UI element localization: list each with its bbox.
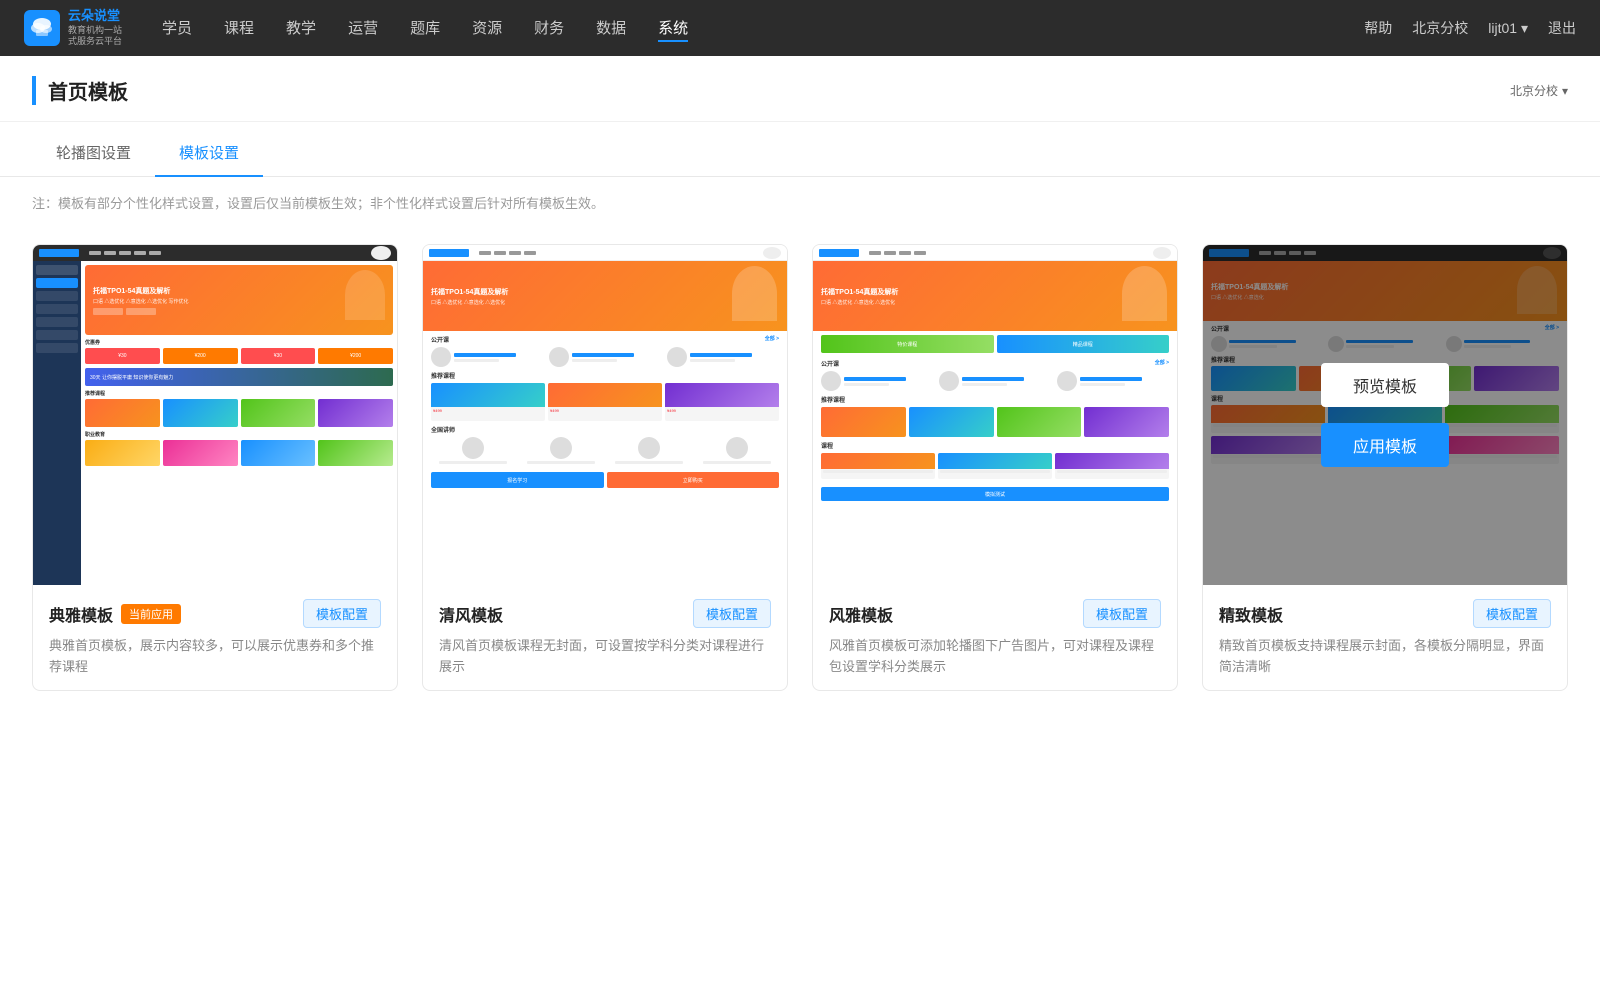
template-4-apply-button[interactable]: 应用模板	[1321, 423, 1449, 467]
nav-items: 学员 课程 教学 运营 题库 资源 财务 数据 系统	[162, 13, 688, 42]
nav-item-finance[interactable]: 财务	[534, 13, 564, 42]
logout-link[interactable]: 退出	[1548, 18, 1576, 38]
template-4-desc: 精致首页模板支持课程展示封面，各模板分隔明显，界面简洁清晰	[1219, 636, 1551, 678]
tab-template[interactable]: 模板设置	[155, 130, 263, 177]
template-1-name: 典雅模板	[49, 602, 113, 626]
notice-text: 注：模板有部分个性化样式设置，设置后仅当前模板生效；非个性化样式设置后针对所有模…	[0, 177, 1600, 220]
logo[interactable]: 云朵说堂 教育机构一站 式服务云平台	[24, 8, 122, 48]
template-4-overlay: 预览模板 应用模板	[1203, 245, 1567, 585]
template-preview-2: 托福TPO1-54真题及解析 口语 △选优化 △意选化 △选优化 公开课全部 >	[423, 245, 787, 585]
nav-right: 帮助 北京分校 lijt01 退出	[1364, 18, 1576, 38]
template-2-name: 清风模板	[439, 602, 503, 626]
template-card-2: 托福TPO1-54真题及解析 口语 △选优化 △意选化 △选优化 公开课全部 >	[422, 244, 788, 691]
nav-item-teaching[interactable]: 教学	[286, 13, 316, 42]
nav-item-students[interactable]: 学员	[162, 13, 192, 42]
template-4-config-button[interactable]: 模板配置	[1473, 599, 1551, 628]
template-3-name: 风雅模板	[829, 602, 893, 626]
template-4-footer: 精致模板 模板配置 精致首页模板支持课程展示封面，各模板分隔明显，界面简洁清晰	[1203, 585, 1567, 690]
template-4-name: 精致模板	[1219, 602, 1283, 626]
template-2-config-button[interactable]: 模板配置	[693, 599, 771, 628]
template-3-config-button[interactable]: 模板配置	[1083, 599, 1161, 628]
template-2-footer: 清风模板 模板配置 清风首页模板课程无封面，可设置按学科分类对课程进行展示	[423, 585, 787, 690]
template-preview-1: 托福TPO1-54真题及解析 口语 △选优化 △意选化 △选优化 写作优化	[33, 245, 397, 585]
template-2-desc: 清风首页模板课程无封面，可设置按学科分类对课程进行展示	[439, 636, 771, 678]
template-grid: 托福TPO1-54真题及解析 口语 △选优化 △意选化 △选优化 写作优化	[0, 220, 1600, 731]
user-dropdown[interactable]: lijt01	[1488, 20, 1528, 37]
template-card-1: 托福TPO1-54真题及解析 口语 △选优化 △意选化 △选优化 写作优化	[32, 244, 398, 691]
tab-carousel[interactable]: 轮播图设置	[32, 130, 155, 177]
chevron-down-icon: ▾	[1562, 84, 1568, 98]
branch-name: 北京分校	[1510, 82, 1558, 99]
template-3-footer: 风雅模板 模板配置 风雅首页模板可添加轮播图下广告图片，可对课程及课程包设置学科…	[813, 585, 1177, 690]
help-link[interactable]: 帮助	[1364, 18, 1392, 38]
page-content: 首页模板 北京分校 ▾ 轮播图设置 模板设置 注：模板有部分个性化样式设置，设置…	[0, 56, 1600, 990]
branch-link[interactable]: 北京分校	[1412, 18, 1468, 38]
template-1-config-button[interactable]: 模板配置	[303, 599, 381, 628]
nav-item-courses[interactable]: 课程	[224, 13, 254, 42]
branch-selector[interactable]: 北京分校 ▾	[1510, 82, 1568, 99]
template-1-footer: 典雅模板 当前应用 模板配置 典雅首页模板，展示内容较多，可以展示优惠券和多个推…	[33, 585, 397, 690]
template-1-current-badge: 当前应用	[121, 604, 181, 624]
template-card-3: 托福TPO1-54真题及解析 口语 △选优化 △意选化 △选优化 特价课程 精品…	[812, 244, 1178, 691]
nav-item-operations[interactable]: 运营	[348, 13, 378, 42]
top-navigation: 云朵说堂 教育机构一站 式服务云平台 学员 课程 教学 运营 题库 资源 财务 …	[0, 0, 1600, 56]
nav-item-questions[interactable]: 题库	[410, 13, 440, 42]
page-header: 首页模板 北京分校 ▾	[0, 56, 1600, 122]
template-preview-3: 托福TPO1-54真题及解析 口语 △选优化 △意选化 △选优化 特价课程 精品…	[813, 245, 1177, 585]
nav-item-system[interactable]: 系统	[658, 13, 688, 42]
template-card-4: 托福TPO1-54真题及解析 口语 △选优化 △意选化 公开课全部 >	[1202, 244, 1568, 691]
logo-icon	[24, 10, 60, 46]
template-3-desc: 风雅首页模板可添加轮播图下广告图片，可对课程及课程包设置学科分类展示	[829, 636, 1161, 678]
template-4-preview-button[interactable]: 预览模板	[1321, 363, 1449, 407]
page-title: 首页模板	[32, 76, 128, 105]
template-1-desc: 典雅首页模板，展示内容较多，可以展示优惠券和多个推荐课程	[49, 636, 381, 678]
logo-text: 云朵说堂 教育机构一站 式服务云平台	[68, 8, 122, 48]
nav-item-resources[interactable]: 资源	[472, 13, 502, 42]
nav-item-data[interactable]: 数据	[596, 13, 626, 42]
nav-left: 云朵说堂 教育机构一站 式服务云平台 学员 课程 教学 运营 题库 资源 财务 …	[24, 8, 688, 48]
template-preview-4: 托福TPO1-54真题及解析 口语 △选优化 △意选化 公开课全部 >	[1203, 245, 1567, 585]
tabs-bar: 轮播图设置 模板设置	[0, 130, 1600, 177]
